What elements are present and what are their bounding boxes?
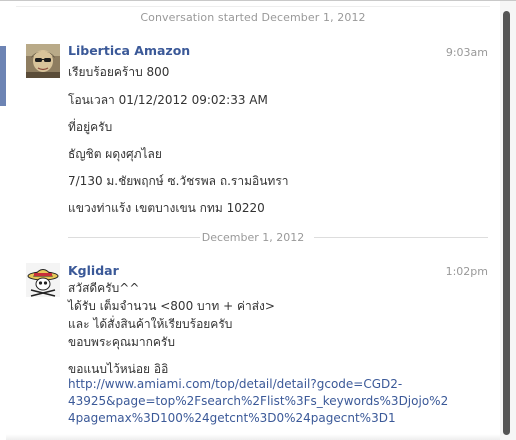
message-line: แขวงท่าแร้ง เขตบางเขน กทม 10220: [68, 201, 265, 215]
message-line: 7/130 ม.ชัยพฤกษ์ ซ.วัชรพล ถ.รามอินทรา: [68, 174, 289, 188]
message-link[interactable]: http://www.amiami.com/top/detail/detail?…: [68, 377, 402, 391]
message-line: ได้รับ เต็มจำนวน <800 บาท + ค่าส่ง>: [68, 299, 275, 313]
profile-photo-icon: [26, 44, 60, 78]
message-link[interactable]: 4pagemax%3D100%24getcnt%3D0%24pagecnt%3D…: [68, 411, 396, 425]
scrollbar-thumb[interactable]: [503, 11, 510, 435]
bottom-shade: [6, 434, 500, 440]
message-line: ธัญชิต ผดุงศุภไลย: [68, 147, 162, 161]
message-line: โอนเวลา 01/12/2012 09:02:33 AM: [68, 93, 268, 107]
date-divider-label: December 1, 2012: [201, 231, 305, 244]
message-time: 1:02pm: [445, 265, 488, 278]
sender-name[interactable]: Libertica Amazon: [68, 43, 190, 58]
conversation-pane: Conversation started December 1, 2012 Li…: [6, 1, 500, 440]
message-line: เรียบร้อยคร้าบ 800: [68, 65, 170, 79]
message-line: และ ได้สั่งสินค้าให้เรียบร้อยครับ: [68, 317, 233, 331]
avatar[interactable]: [26, 44, 60, 78]
message-line: ที่อยู่ครับ: [68, 120, 113, 134]
avatar[interactable]: [26, 263, 60, 297]
sender-name[interactable]: Kglidar: [68, 263, 119, 278]
straw-hat-skull-icon: [26, 263, 60, 297]
message-line: สวัสดีครับ^^: [68, 281, 140, 295]
message-time: 9:03am: [445, 46, 488, 59]
message-link[interactable]: 43925&page=top%2Fsearch%2Flist%3Fs_keywo…: [68, 394, 448, 408]
conversation-started-label: Conversation started December 1, 2012: [140, 11, 366, 24]
scrollbar[interactable]: [500, 1, 516, 440]
message-line: ขอบพระคุณมากครับ: [68, 335, 175, 349]
header-divider: [16, 6, 490, 7]
